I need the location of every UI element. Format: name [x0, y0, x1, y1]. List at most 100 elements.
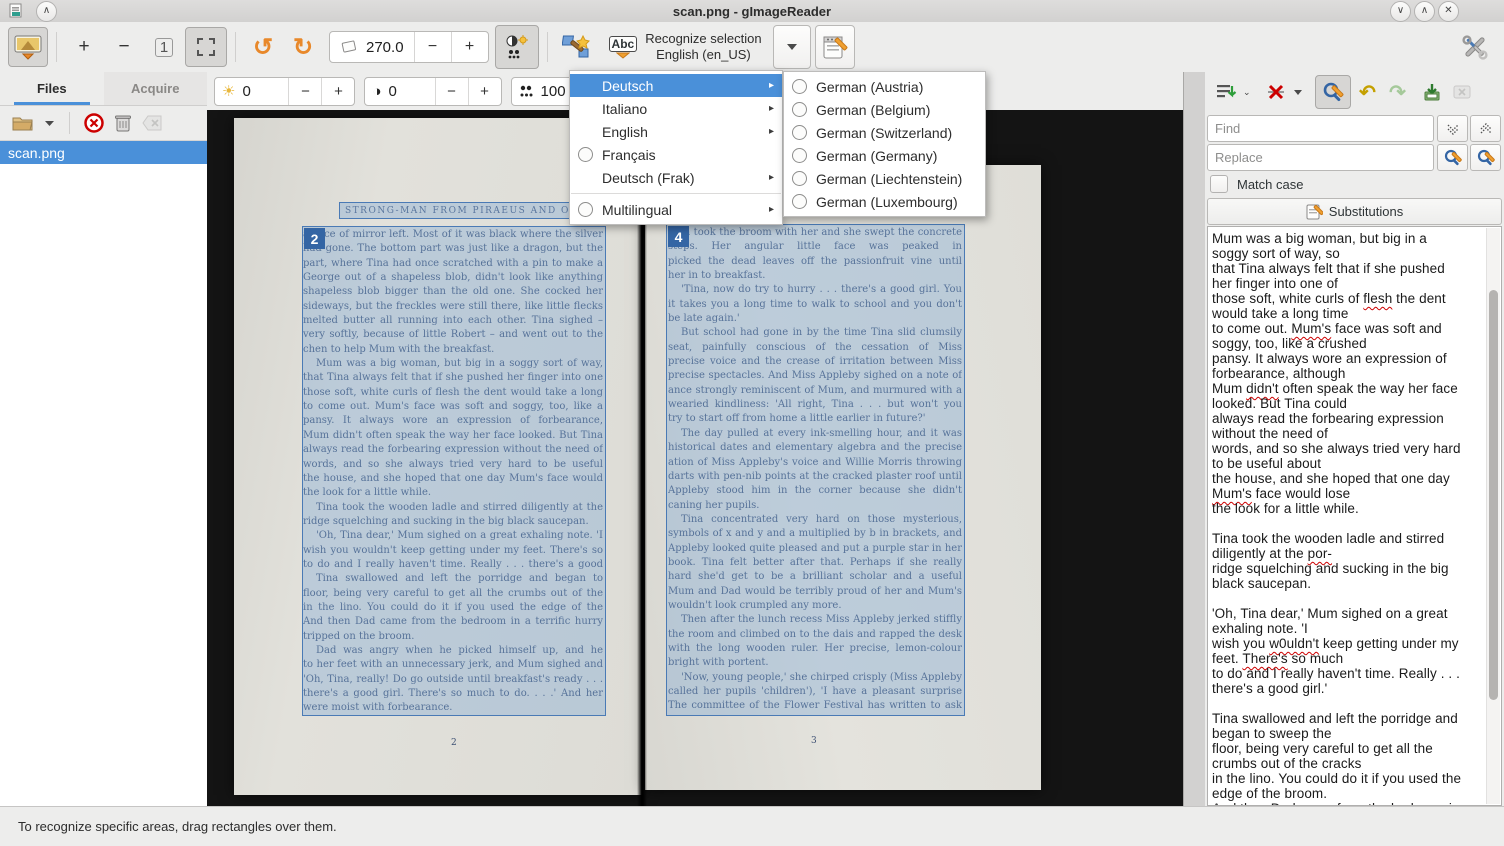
toolbar-separator — [547, 32, 548, 62]
language-menu-item[interactable]: Multilingual ▸ — [570, 198, 782, 221]
language-menu-item[interactable]: Deutsch ▸ — [570, 74, 782, 97]
contrast-value[interactable]: 0 — [389, 83, 435, 100]
delete-image-button[interactable] — [114, 113, 132, 133]
output-line: 'Oh, Tina dear,' Mum sighed on a great — [1212, 606, 1485, 621]
chevron-down-icon — [786, 43, 798, 51]
language-submenu: German (Austria) German (Belgium) German… — [783, 71, 986, 217]
find-prev-button[interactable] — [1470, 115, 1501, 142]
undo-button[interactable]: ↶ — [1355, 79, 1381, 105]
autodetect-layout-button[interactable] — [556, 27, 598, 67]
strip-linebreaks-dropdown-arrow[interactable] — [1293, 89, 1303, 96]
language-menu-item[interactable]: English ▸ — [570, 120, 782, 143]
toolbar-separator — [235, 32, 236, 62]
radio-icon — [578, 202, 593, 217]
replace-input[interactable] — [1207, 144, 1434, 171]
zoom-original-button[interactable]: 1 — [145, 27, 183, 67]
remove-image-button[interactable] — [84, 113, 104, 133]
submenu-arrow-icon: ▸ — [769, 80, 774, 91]
tab[interactable]: Acquire — [104, 72, 208, 105]
match-case-checkbox[interactable] — [1210, 175, 1228, 193]
contrast-decrement-button[interactable]: − — [435, 78, 468, 105]
rotate-right-button[interactable]: ↻ — [284, 27, 322, 67]
zoom-in-button[interactable]: + — [65, 27, 103, 67]
radio-icon — [792, 148, 807, 163]
replace-all-button[interactable] — [1470, 144, 1501, 171]
status-bar: To recognize specific areas, drag rectan… — [0, 806, 1504, 846]
output-text-area[interactable]: Mum was a big woman, but big in asoggy s… — [1207, 226, 1502, 806]
language-submenu-item[interactable]: German (Belgium) — [784, 98, 985, 121]
language-submenu-item[interactable]: German (Switzerland) — [784, 121, 985, 144]
submenu-arrow-icon: ▸ — [769, 172, 774, 183]
settings-tools-icon[interactable] — [1460, 32, 1490, 62]
output-scrollbar[interactable] — [1486, 228, 1500, 804]
replace-button[interactable] — [1437, 144, 1468, 171]
find-replace-toggle-button[interactable] — [1315, 75, 1351, 109]
window-close-button[interactable]: ✕ — [1438, 1, 1459, 22]
brightness-increment-button[interactable]: + — [321, 78, 354, 105]
rotation-value[interactable]: 270.0 — [366, 39, 404, 56]
find-next-button[interactable] — [1437, 115, 1468, 142]
tab[interactable]: Files — [0, 72, 104, 105]
language-menu-item[interactable]: Français ▸ — [570, 143, 782, 166]
zoom-fit-button[interactable] — [185, 27, 227, 67]
output-line: there's a good girl.' — [1212, 681, 1485, 696]
zoom-out-button[interactable]: − — [105, 27, 143, 67]
rotate-left-button[interactable]: ↺ — [244, 27, 282, 67]
add-images-dropdown-arrow[interactable] — [44, 120, 55, 127]
insert-mode-button[interactable] — [1213, 79, 1239, 105]
clear-files-button[interactable] — [142, 115, 162, 131]
output-line: the look for a little while. — [1212, 501, 1485, 516]
recognize-icon: Abc — [609, 36, 638, 59]
selection-box-2[interactable]: 2 — [302, 226, 606, 716]
window-shade-button[interactable]: ∧ — [36, 1, 57, 22]
brightness-decrement-button[interactable]: − — [288, 78, 321, 105]
output-line: pansy. It always wore an expression of — [1212, 351, 1485, 366]
find-input[interactable] — [1207, 115, 1434, 142]
language-submenu-item[interactable]: German (Germany) — [784, 144, 985, 167]
language-submenu-item[interactable]: German (Luxembourg) — [784, 190, 985, 213]
clear-output-button[interactable] — [1449, 79, 1475, 105]
brightness-spinbox[interactable]: ☀ 0 − + — [214, 77, 355, 106]
panel-splitter[interactable] — [1183, 72, 1206, 806]
output-scrollbar-handle[interactable] — [1489, 290, 1498, 700]
recognize-language: English (en_US) — [645, 47, 761, 63]
rotation-spinbox[interactable]: 270.0 − + — [329, 31, 489, 63]
sources-panel: FilesAcquire scan.png — [0, 72, 208, 806]
edit-note-icon — [822, 34, 848, 60]
add-images-button[interactable] — [12, 114, 34, 132]
output-line: Mum didn't often speak the way her face — [1212, 381, 1485, 396]
files-toolbar — [0, 106, 207, 141]
recognize-button[interactable]: Abc Recognize selection English (en_US) — [599, 25, 772, 69]
output-panel: ⌄ ↶ ↷ Match case Substituti — [1205, 72, 1504, 806]
file-list: scan.png — [0, 141, 207, 164]
output-text[interactable]: Mum was a big woman, but big in asoggy s… — [1212, 231, 1485, 806]
output-line — [1212, 696, 1485, 711]
contrast-increment-button[interactable]: + — [468, 78, 501, 105]
language-submenu-item[interactable]: German (Liechtenstein) — [784, 167, 985, 190]
contrast-spinbox[interactable]: ◑ 0 − + — [364, 77, 501, 106]
language-menu-item[interactable]: Italiano ▸ — [570, 97, 782, 120]
image-controls-toggle-button[interactable] — [495, 25, 539, 69]
redo-button[interactable]: ↷ — [1385, 79, 1411, 105]
rotation-decrement-button[interactable]: − — [414, 32, 451, 62]
recognize-language-dropdown-button[interactable] — [773, 25, 811, 69]
substitutions-button[interactable]: Substitutions — [1207, 198, 1502, 225]
output-line: feet. There's so much — [1212, 651, 1485, 666]
output-line: always read the forbearing expression — [1212, 411, 1485, 426]
strip-linebreaks-button[interactable] — [1263, 79, 1289, 105]
right-page-number: 3 — [811, 736, 817, 746]
ocr-mode-button[interactable] — [815, 25, 855, 69]
submenu-arrow-icon: ▸ — [769, 103, 774, 114]
file-list-item[interactable]: scan.png — [0, 141, 207, 164]
window-maximize-button[interactable]: ∧ — [1414, 1, 1435, 22]
language-menu-item[interactable]: Deutsch (Frak) ▸ — [570, 166, 782, 189]
window-minimize-button[interactable]: ∨ — [1390, 1, 1411, 22]
app-icon — [8, 3, 24, 19]
show-controls-toggle-button[interactable] — [8, 27, 48, 67]
save-output-button[interactable] — [1419, 79, 1445, 105]
selection-box-4[interactable]: 4 — [666, 224, 965, 716]
rotation-increment-button[interactable]: + — [451, 32, 488, 62]
language-submenu-item[interactable]: German (Austria) — [784, 75, 985, 98]
insert-mode-dropdown-arrow[interactable]: ⌄ — [1243, 87, 1251, 98]
brightness-value[interactable]: 0 — [242, 83, 288, 100]
